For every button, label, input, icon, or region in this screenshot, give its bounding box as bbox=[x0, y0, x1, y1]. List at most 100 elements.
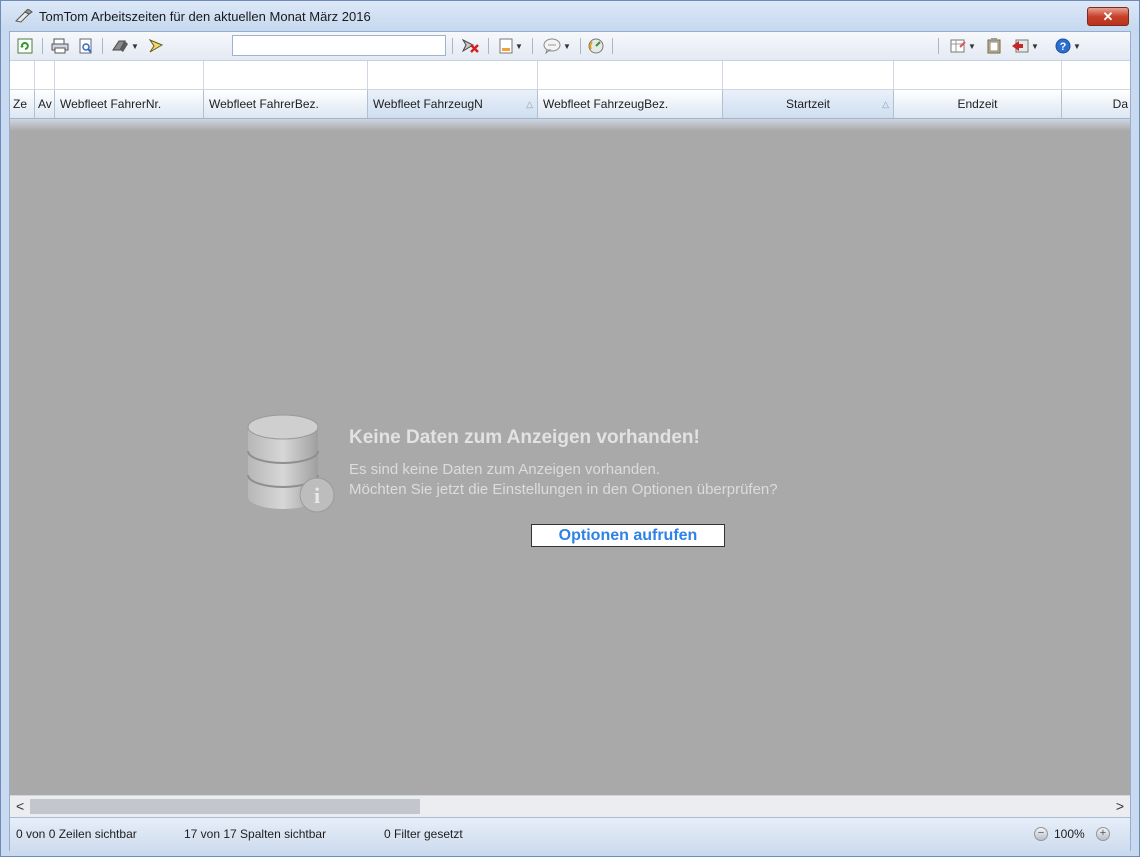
document-button[interactable]: ▼ bbox=[494, 36, 528, 56]
column-header-label: Webfleet FahrzeugBez. bbox=[543, 97, 669, 111]
svg-text:?: ? bbox=[1060, 41, 1067, 53]
filter-cell[interactable] bbox=[723, 61, 894, 89]
column-header-ze[interactable]: Ze bbox=[10, 90, 35, 118]
refresh-icon bbox=[17, 38, 33, 54]
zoom-level: 100% bbox=[1054, 827, 1085, 841]
export-icon bbox=[112, 40, 129, 52]
refresh-button[interactable] bbox=[16, 36, 34, 56]
chevron-down-icon[interactable]: ▼ bbox=[131, 42, 139, 51]
column-header-da[interactable]: Da bbox=[1062, 90, 1130, 118]
toolbar-separator bbox=[488, 38, 489, 54]
column-header-label: Webfleet FahrerNr. bbox=[60, 97, 162, 111]
grid-body-shadow bbox=[10, 119, 1130, 131]
column-header-row: Ze Av Webfleet FahrerNr. Webfleet Fahrer… bbox=[10, 90, 1130, 119]
toolbar-separator bbox=[612, 38, 613, 54]
print-preview-icon bbox=[79, 38, 92, 54]
column-header-fahrzeugnr[interactable]: Webfleet FahrzeugN △ bbox=[368, 90, 538, 118]
zoom-out-icon[interactable]: − bbox=[1034, 827, 1048, 841]
help-button[interactable]: ? ▼ bbox=[1050, 36, 1086, 56]
toolbar-separator bbox=[938, 38, 939, 54]
gauge-button[interactable] bbox=[586, 36, 606, 56]
column-header-startzeit[interactable]: Startzeit △ bbox=[723, 90, 894, 118]
search-field[interactable] bbox=[233, 36, 449, 57]
comment-icon bbox=[543, 38, 561, 54]
search-input[interactable] bbox=[232, 35, 449, 57]
column-header-label: Webfleet FahrzeugN bbox=[373, 97, 483, 111]
column-header-fahrerbez[interactable]: Webfleet FahrerBez. bbox=[204, 90, 368, 118]
clipboard-button[interactable] bbox=[984, 36, 1004, 56]
app-window: TomTom Arbeitszeiten für den aktuellen M… bbox=[0, 0, 1140, 857]
clear-filter-button[interactable] bbox=[460, 36, 482, 56]
toolbar-separator bbox=[532, 38, 533, 54]
chevron-down-icon[interactable]: ▼ bbox=[1073, 42, 1081, 51]
help-icon: ? bbox=[1055, 38, 1071, 54]
chevron-down-icon[interactable]: ▼ bbox=[968, 42, 976, 51]
toolbar: ▼ ▼ ▼ ▼ ▼ ? ▼ bbox=[10, 32, 1130, 61]
column-header-label: Endzeit bbox=[957, 97, 998, 111]
column-header-label: Av bbox=[38, 97, 52, 111]
column-header-fahrernr[interactable]: Webfleet FahrerNr. bbox=[55, 90, 204, 118]
column-header-label: Webfleet FahrerBez. bbox=[209, 97, 319, 111]
sort-ascending-icon: △ bbox=[526, 99, 533, 109]
column-header-label: Da bbox=[1112, 97, 1128, 111]
filter-cell[interactable] bbox=[368, 61, 538, 89]
column-header-fahrzeugbez[interactable]: Webfleet FahrzeugBez. bbox=[538, 90, 723, 118]
toolbar-separator bbox=[452, 38, 453, 54]
scrollbar-thumb[interactable] bbox=[30, 799, 420, 814]
scroll-left-icon[interactable]: < bbox=[16, 798, 24, 814]
clear-filter-icon bbox=[462, 38, 479, 53]
title-bar: TomTom Arbeitszeiten für den aktuellen M… bbox=[1, 1, 1139, 31]
zoom-in-icon[interactable]: + bbox=[1096, 827, 1110, 841]
column-header-av[interactable]: Av bbox=[35, 90, 55, 118]
status-filters: 0 Filter gesetzt bbox=[384, 827, 463, 841]
pen-book-icon bbox=[15, 9, 33, 23]
sort-ascending-icon: △ bbox=[882, 99, 889, 109]
print-preview-button[interactable] bbox=[76, 36, 96, 56]
column-header-label: Startzeit bbox=[785, 97, 830, 111]
horizontal-scrollbar[interactable]: < > bbox=[10, 795, 1130, 817]
empty-state-title: Keine Daten zum Anzeigen vorhanden! bbox=[349, 427, 700, 448]
comment-button[interactable]: ▼ bbox=[538, 36, 576, 56]
filter-cell[interactable] bbox=[10, 61, 35, 89]
toolbar-separator bbox=[580, 38, 581, 54]
print-button[interactable] bbox=[50, 36, 70, 56]
filter-cell[interactable] bbox=[894, 61, 1062, 89]
status-bar: 0 von 0 Zeilen sichtbar 17 von 17 Spalte… bbox=[10, 817, 1130, 851]
close-button[interactable]: ✕ bbox=[1087, 7, 1129, 26]
layout-icon bbox=[950, 39, 966, 53]
chevron-down-icon[interactable]: ▼ bbox=[1031, 42, 1039, 51]
empty-state-question: Möchten Sie jetzt die Einstellungen in d… bbox=[349, 481, 778, 498]
empty-state-message: Es sind keine Daten zum Anzeigen vorhand… bbox=[349, 461, 661, 478]
filter-cell[interactable] bbox=[204, 61, 368, 89]
main-frame: ▼ ▼ ▼ ▼ ▼ ? ▼ Ze Av Webfleet FahrerNr. W… bbox=[9, 31, 1131, 851]
toolbar-separator bbox=[42, 38, 43, 54]
clipboard-icon bbox=[987, 38, 1001, 54]
status-rows: 0 von 0 Zeilen sichtbar bbox=[16, 827, 137, 841]
status-columns: 17 von 17 Spalten sichtbar bbox=[184, 827, 327, 841]
filter-cell[interactable] bbox=[1062, 61, 1130, 89]
filter-button[interactable] bbox=[146, 36, 166, 56]
filter-icon bbox=[148, 38, 164, 53]
print-icon bbox=[51, 38, 69, 54]
chevron-down-icon[interactable]: ▼ bbox=[515, 42, 523, 51]
document-icon bbox=[499, 38, 513, 54]
filter-cell[interactable] bbox=[538, 61, 723, 89]
layout-button[interactable]: ▼ bbox=[946, 36, 980, 56]
chevron-down-icon[interactable]: ▼ bbox=[563, 42, 571, 51]
export-button[interactable]: ▼ bbox=[108, 36, 142, 56]
database-info-icon: i bbox=[247, 414, 335, 513]
filter-cell[interactable] bbox=[55, 61, 204, 89]
exit-button[interactable]: ▼ bbox=[1006, 36, 1044, 56]
toolbar-separator bbox=[102, 38, 103, 54]
grid-body: i Keine Daten zum Anzeigen vorhanden! Es… bbox=[10, 119, 1130, 795]
scroll-right-icon[interactable]: > bbox=[1116, 798, 1124, 814]
gauge-icon bbox=[588, 38, 604, 54]
exit-icon bbox=[1012, 39, 1029, 53]
filter-cell[interactable] bbox=[35, 61, 55, 89]
filter-row bbox=[10, 61, 1130, 90]
column-header-label: Ze bbox=[13, 97, 28, 111]
column-header-endzeit[interactable]: Endzeit bbox=[894, 90, 1062, 118]
svg-text:i: i bbox=[314, 483, 320, 508]
window-title: TomTom Arbeitszeiten für den aktuellen M… bbox=[39, 9, 371, 24]
open-options-button[interactable]: Optionen aufrufen bbox=[531, 524, 725, 547]
